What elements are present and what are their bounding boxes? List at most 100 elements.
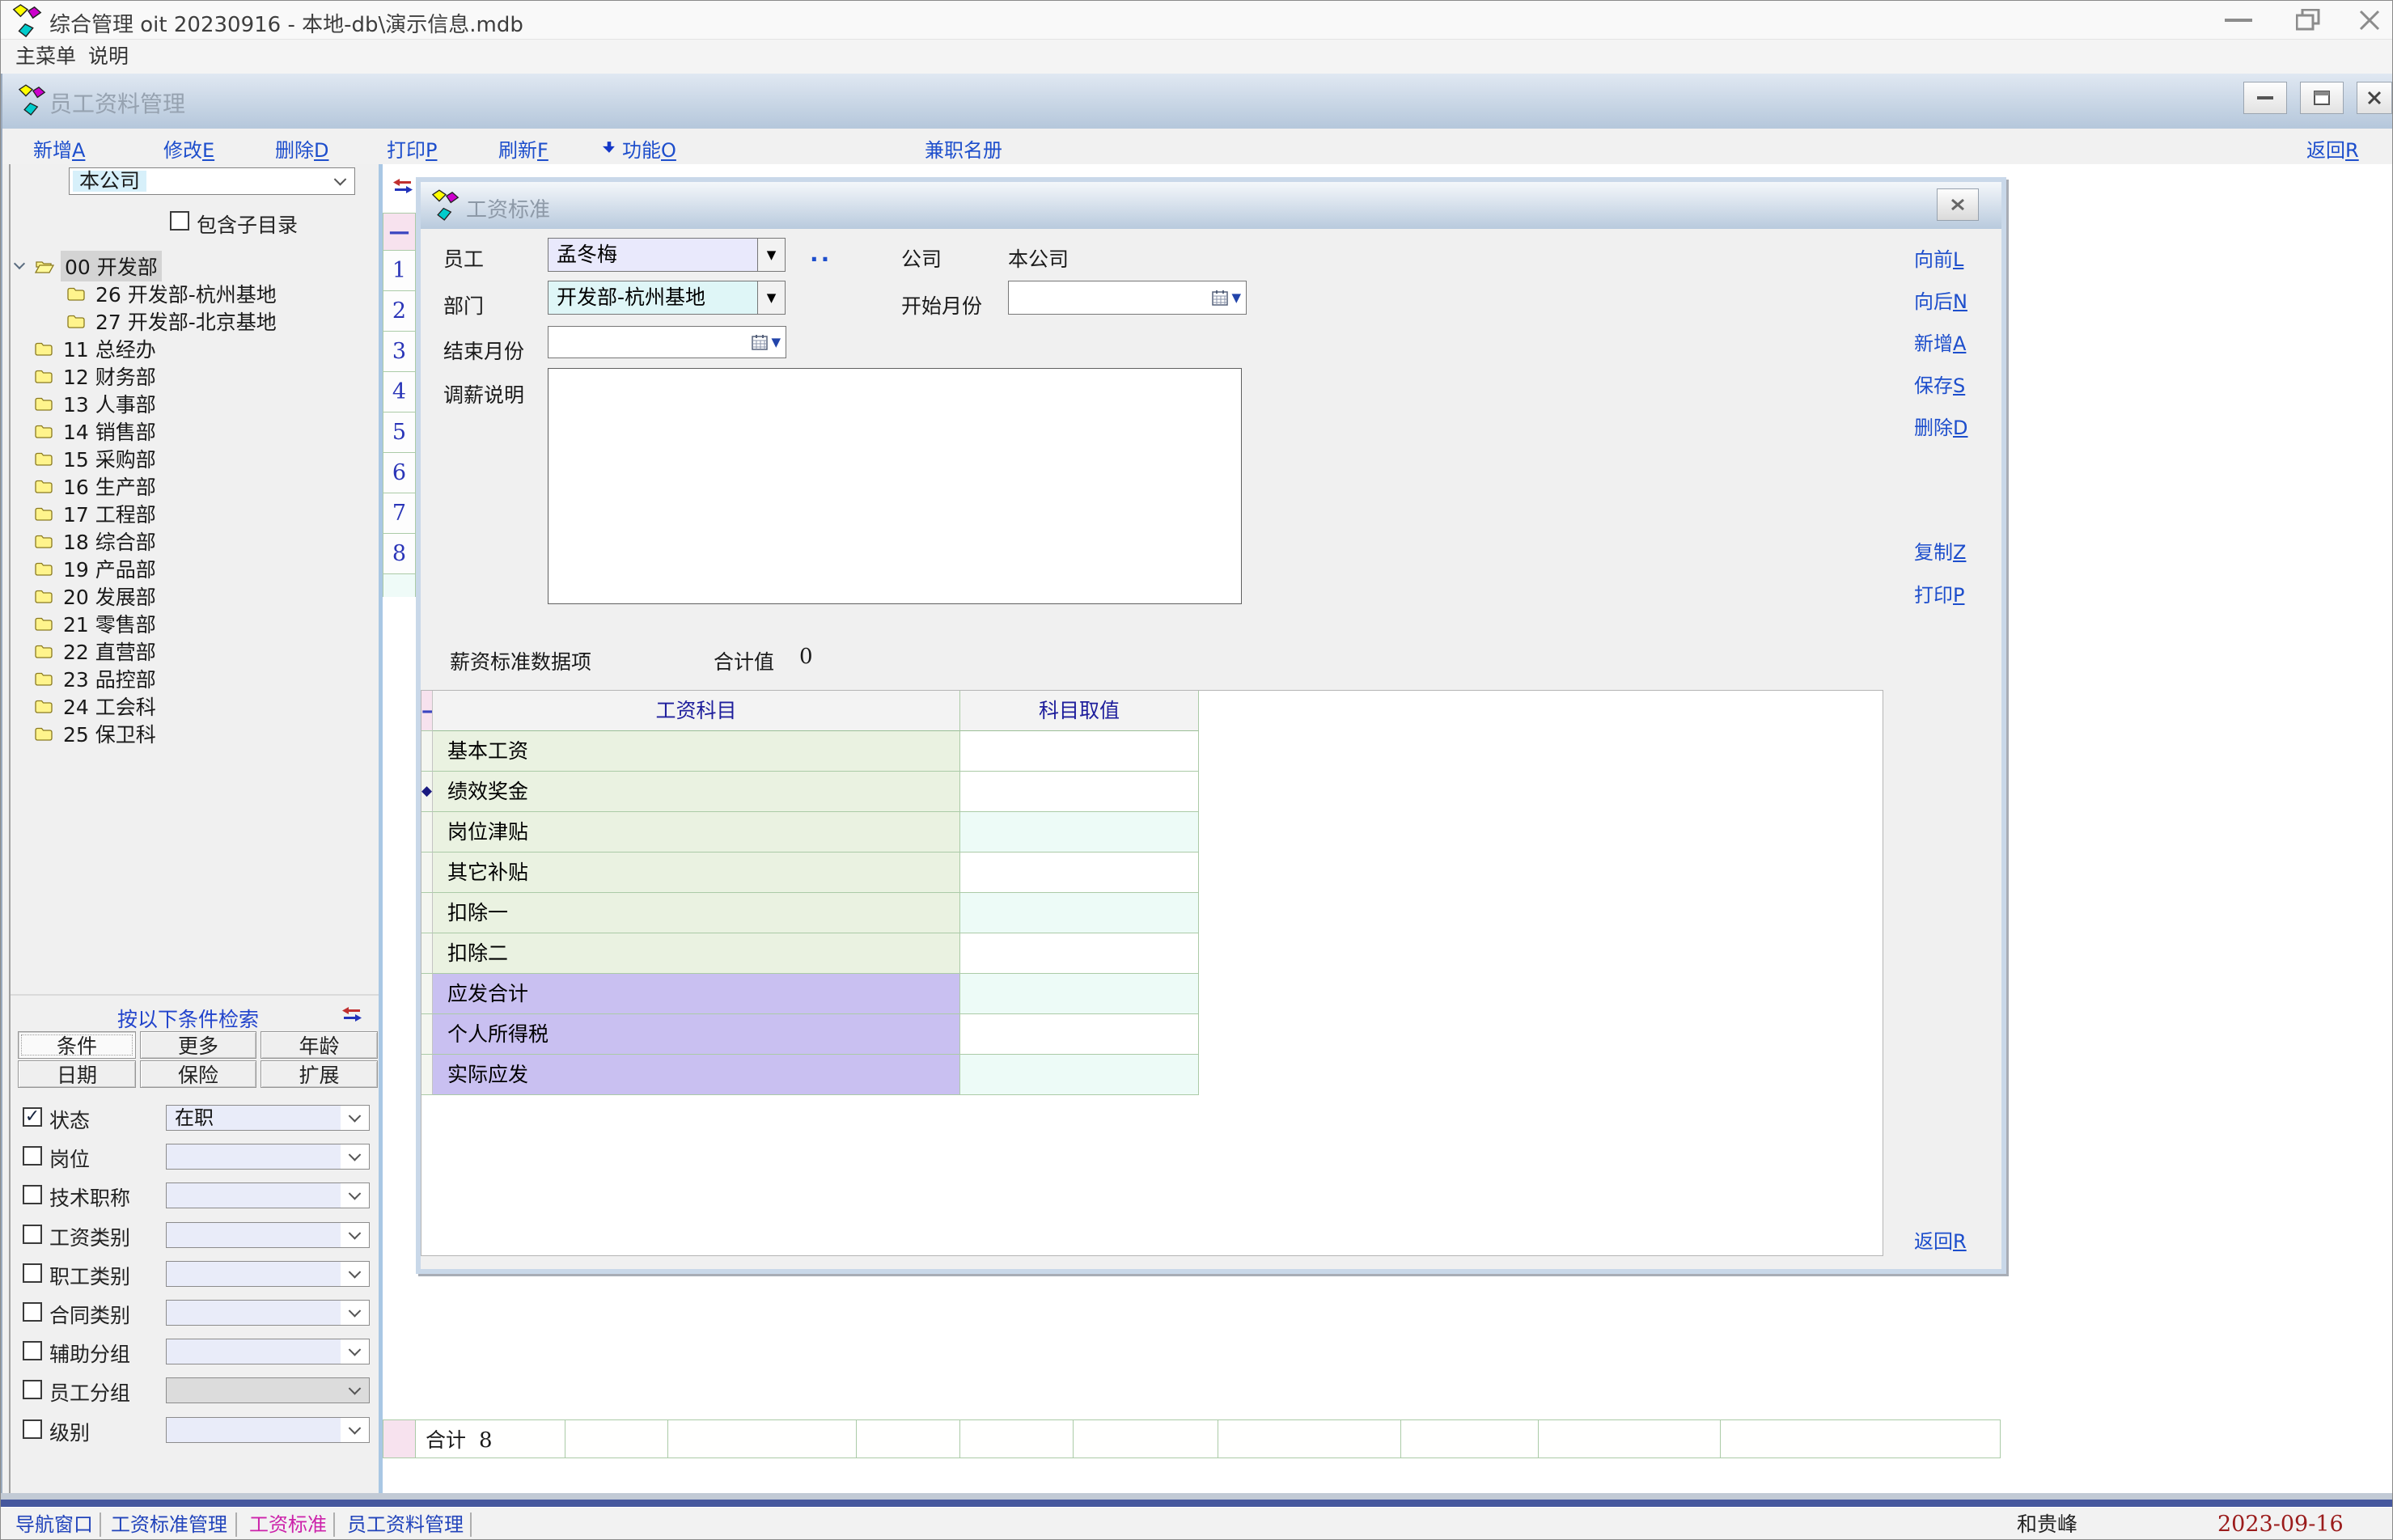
tree-item[interactable]: 20 发展部: [11, 582, 379, 610]
row-gutter-cell[interactable]: [421, 974, 433, 1014]
tree-item[interactable]: 14 销售部: [11, 417, 379, 445]
window-minimize-button[interactable]: [2214, 1, 2263, 40]
tree-item[interactable]: 13 人事部: [11, 390, 379, 417]
salary-item-name[interactable]: 实际应发: [433, 1055, 960, 1095]
tree-item[interactable]: 12 财务部: [11, 362, 379, 390]
filter-checkbox[interactable]: [23, 1146, 42, 1166]
salary-item-value[interactable]: [960, 731, 1199, 772]
filter-select[interactable]: [166, 1377, 370, 1403]
tree-item[interactable]: 17 工程部: [11, 500, 379, 527]
dialog-copy-button[interactable]: 复制Z: [1914, 536, 2003, 565]
window-restore-button[interactable]: [2284, 1, 2332, 40]
child-minimize-button[interactable]: [2243, 82, 2287, 114]
record-number-cell[interactable]: 2: [383, 291, 415, 332]
filter-select[interactable]: [166, 1261, 370, 1287]
expand-arrow-icon[interactable]: [14, 258, 25, 269]
record-number-cell[interactable]: 4: [383, 372, 415, 412]
toolbar-return-button[interactable]: 返回R: [2306, 134, 2359, 163]
dialog-next-button[interactable]: 向后N: [1914, 286, 2003, 314]
toolbar-refresh-button[interactable]: 刷新F: [498, 134, 548, 163]
filter-tab[interactable]: 日期: [18, 1060, 136, 1088]
filter-tab[interactable]: 条件: [18, 1031, 136, 1059]
swap-arrows-icon[interactable]: [393, 179, 413, 193]
toolbar-print-button[interactable]: 打印P: [387, 134, 437, 163]
filter-select[interactable]: [166, 1417, 370, 1443]
salary-item-value[interactable]: [960, 893, 1199, 933]
company-filter-combo[interactable]: 本公司: [69, 167, 355, 195]
dialog-prev-button[interactable]: 向前L: [1914, 243, 2003, 272]
filter-checkbox[interactable]: ✓: [23, 1107, 42, 1127]
filter-checkbox[interactable]: [23, 1380, 42, 1399]
dialog-return-button[interactable]: 返回R: [1914, 1225, 2003, 1254]
salary-item-name[interactable]: 扣除二: [433, 933, 960, 974]
current-row-marker[interactable]: ◆: [421, 772, 433, 812]
record-number-cell[interactable]: 5: [383, 412, 415, 453]
menu-main[interactable]: 主菜单: [15, 40, 76, 74]
filter-select[interactable]: [166, 1144, 370, 1170]
filter-select[interactable]: [166, 1222, 370, 1248]
include-subdirs-checkbox[interactable]: [170, 211, 189, 231]
filter-checkbox[interactable]: [23, 1185, 42, 1204]
record-number-cell[interactable]: 3: [383, 332, 415, 372]
record-number-cell[interactable]: 8: [383, 534, 415, 574]
salary-item-name[interactable]: 应发合计: [433, 974, 960, 1014]
tree-item[interactable]: 27 开发部-北京基地: [11, 307, 379, 335]
table-corner-cell[interactable]: —: [421, 691, 433, 731]
row-gutter-cell[interactable]: [421, 852, 433, 893]
menu-help[interactable]: 说明: [88, 40, 129, 74]
dropdown-arrow-icon[interactable]: ▼: [771, 335, 781, 349]
tree-item[interactable]: 16 生产部: [11, 472, 379, 500]
dropdown-arrow-icon[interactable]: ▼: [757, 239, 785, 271]
record-number-cell[interactable]: 1: [383, 251, 415, 291]
status-nav-window[interactable]: 导航窗口: [15, 1508, 93, 1540]
row-gutter-cell[interactable]: [421, 731, 433, 772]
salary-item-name[interactable]: 基本工资: [433, 731, 960, 772]
salary-item-value[interactable]: [960, 974, 1199, 1014]
status-salary-standard[interactable]: 工资标准: [249, 1508, 327, 1540]
tree-item[interactable]: 23 品控部: [11, 665, 379, 692]
employee-combo[interactable]: 孟冬梅 ▼: [548, 238, 786, 272]
tree-item[interactable]: 25 保卫科: [11, 720, 379, 747]
filter-select[interactable]: [166, 1182, 370, 1208]
start-month-field[interactable]: ▼: [1008, 281, 1247, 315]
tree-item[interactable]: 21 零售部: [11, 610, 379, 637]
child-close-button[interactable]: [2357, 82, 2392, 114]
child-restore-button[interactable]: [2300, 82, 2344, 114]
record-selector-header[interactable]: —: [383, 214, 415, 251]
row-gutter-cell[interactable]: [421, 1014, 433, 1055]
salary-item-name[interactable]: 绩效奖金: [433, 772, 960, 812]
filter-tab[interactable]: 扩展: [260, 1060, 378, 1088]
dialog-delete-button[interactable]: 删除D: [1914, 412, 2003, 440]
filter-checkbox[interactable]: [23, 1341, 42, 1360]
tree-item[interactable]: 15 采购部: [11, 445, 379, 472]
salary-item-value[interactable]: [960, 1055, 1199, 1095]
row-gutter-cell[interactable]: [421, 812, 433, 852]
filter-select[interactable]: [166, 1300, 370, 1326]
tree-item[interactable]: 22 直营部: [11, 637, 379, 665]
dialog-print-button[interactable]: 打印P: [1914, 579, 2003, 607]
filter-tab[interactable]: 年龄: [260, 1031, 378, 1059]
toolbar-delete-button[interactable]: 删除D: [275, 134, 328, 163]
salary-item-value[interactable]: [960, 933, 1199, 974]
toolbar-add-button[interactable]: 新增A: [33, 134, 85, 163]
record-number-cell[interactable]: 7: [383, 493, 415, 534]
row-gutter-cell[interactable]: [421, 893, 433, 933]
toolbar-function-button[interactable]: 功能O: [622, 134, 676, 163]
status-employee-mgmt[interactable]: 员工资料管理: [347, 1508, 464, 1540]
salary-item-value[interactable]: [960, 852, 1199, 893]
tree-item[interactable]: 19 产品部: [11, 555, 379, 582]
filter-checkbox[interactable]: [23, 1302, 42, 1322]
filter-tab[interactable]: 更多: [140, 1031, 256, 1059]
window-close-button[interactable]: [2345, 1, 2393, 40]
row-gutter-cell[interactable]: [421, 1055, 433, 1095]
department-combo[interactable]: 开发部-杭州基地 ▼: [548, 281, 786, 315]
filter-checkbox[interactable]: [23, 1419, 42, 1439]
row-gutter-cell[interactable]: [421, 933, 433, 974]
note-textarea[interactable]: [548, 368, 1242, 604]
salary-item-name[interactable]: 岗位津贴: [433, 812, 960, 852]
filter-checkbox[interactable]: [23, 1225, 42, 1244]
salary-item-name[interactable]: 个人所得税: [433, 1014, 960, 1055]
filter-select[interactable]: 在职: [166, 1105, 370, 1131]
end-month-field[interactable]: ▼: [548, 326, 786, 358]
salary-item-value[interactable]: [960, 812, 1199, 852]
